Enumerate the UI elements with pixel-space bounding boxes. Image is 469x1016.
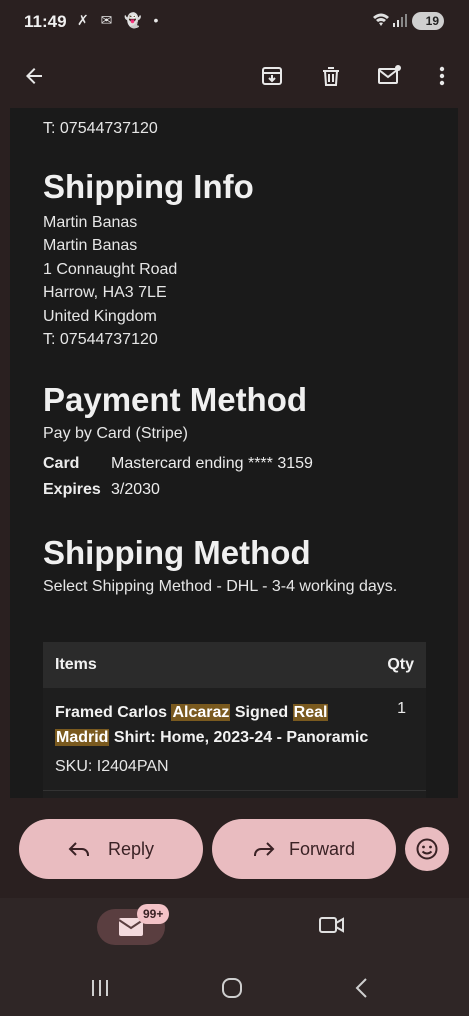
emoji-reaction-button[interactable] [405, 827, 449, 871]
table-row: Framed Carlos Alcaraz Signed Real Madrid… [43, 688, 426, 791]
address-line: Martin Banas [43, 213, 138, 231]
more-vert-icon[interactable] [422, 56, 462, 96]
action-bar: Reply Forward [0, 800, 469, 898]
item-sku: SKU: I2404PAN [55, 758, 169, 775]
table-header: Items Qty [43, 642, 426, 688]
email-toolbar [0, 44, 469, 108]
shipping-address: Martin Banas Martin Banas 1 Connaught Ro… [43, 211, 438, 352]
notification-icons: ✗ ✉ 👻 • [77, 12, 163, 28]
shipping-phone: T: 07544737120 [43, 331, 158, 348]
card-value: Mastercard ending **** 3159 [111, 455, 313, 472]
address-line: United Kingdom [43, 307, 157, 325]
qty-column-header: Qty [387, 656, 414, 673]
unread-badge: 99+ [137, 904, 170, 924]
items-column-header: Items [55, 656, 97, 673]
shipping-method-text: Select Shipping Method - DHL - 3-4 worki… [43, 578, 398, 595]
address-line: Martin Banas [43, 237, 138, 254]
search-highlight: Alcaraz [171, 704, 231, 721]
archive-icon[interactable] [252, 56, 292, 96]
forward-label: Forward [288, 838, 355, 859]
address-line: Harrow, HA3 7LE [43, 284, 167, 301]
item-name-text: Framed Carlos [55, 704, 172, 721]
billing-phone: T: 07544737120 [43, 120, 158, 137]
battery-level: 19 [425, 14, 439, 28]
item-name: Framed Carlos Alcaraz Signed Real Madrid… [55, 700, 375, 750]
reply-icon [68, 842, 89, 856]
wifi-icon [373, 13, 389, 26]
table-row [43, 791, 426, 798]
smiley-icon [416, 838, 438, 860]
item-name-text: Signed [230, 704, 293, 721]
search-highlight: Real [292, 704, 329, 721]
payment-method-text: Pay by Card (Stripe) [43, 424, 188, 442]
home-icon[interactable] [221, 977, 243, 999]
expires-value: 3/2030 [111, 481, 160, 498]
bottom-navigation: 99+ [0, 898, 469, 958]
forward-button[interactable]: Forward [212, 819, 396, 879]
items-table: Items Qty Framed Carlos Alcaraz Signed R… [43, 642, 426, 798]
expires-label: Expires [43, 481, 101, 498]
tab-meet[interactable] [318, 913, 346, 942]
address-line: 1 Connaught Road [43, 260, 178, 278]
mail-unread-icon[interactable] [370, 56, 410, 96]
status-bar: 11:49 ✗ ✉ 👻 • 19 [0, 0, 469, 44]
trash-icon[interactable] [311, 56, 351, 96]
email-body: T: 07544737120 Shipping Info Martin Bana… [10, 108, 458, 798]
battery-indicator: 19 [412, 12, 444, 30]
expires-row: Expires 3/2030 [43, 477, 438, 503]
card-label: Card [43, 455, 80, 472]
system-back-icon[interactable] [354, 977, 368, 999]
shipping-info-heading: Shipping Info [43, 167, 254, 205]
status-time: 11:49 [24, 12, 67, 31]
back-arrow-icon[interactable] [14, 56, 54, 96]
payment-method-heading: Payment Method [43, 380, 308, 418]
video-camera-icon [319, 917, 344, 933]
card-row: Card Mastercard ending **** 3159 [43, 451, 438, 477]
forward-icon [253, 842, 275, 856]
reply-label: Reply [107, 838, 155, 859]
shipping-method-heading: Shipping Method [43, 534, 311, 571]
recent-apps-icon[interactable] [90, 978, 110, 998]
system-navigation-bar [0, 958, 469, 1016]
item-qty: 1 [397, 700, 406, 717]
item-name-text: Shirt: Home, 2023-24 - Panoramic [109, 729, 369, 746]
signal-icon [393, 14, 407, 27]
search-highlight: Madrid [55, 729, 110, 746]
reply-button[interactable]: Reply [19, 819, 203, 879]
